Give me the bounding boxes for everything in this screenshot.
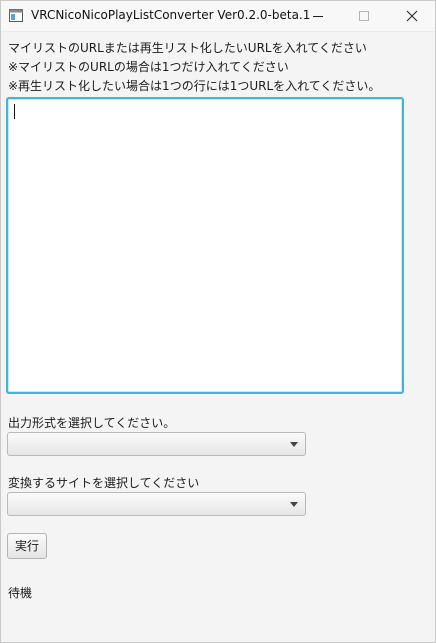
site-select-label: 変換するサイトを選択してください — [8, 476, 200, 490]
window-title: VRCNicoNicoPlayListConverter Ver0.2.0-be… — [31, 8, 311, 22]
title-bar[interactable]: VRCNicoNicoPlayListConverter Ver0.2.0-be… — [1, 1, 435, 32]
chevron-down-icon — [290, 502, 298, 507]
instruction-line-1: マイリストのURLまたは再生リスト化したいURLを入れてください — [8, 41, 367, 55]
url-input-textarea[interactable] — [6, 97, 404, 394]
instruction-line-3: ※再生リスト化したい場合は1つの行には1つURLを入れてください。 — [8, 79, 381, 93]
maximize-icon — [359, 11, 369, 21]
minimize-button[interactable] — [295, 1, 341, 31]
output-format-dropdown[interactable] — [7, 432, 306, 456]
site-select-dropdown[interactable] — [7, 492, 306, 516]
output-format-label: 出力形式を選択してください。 — [8, 416, 176, 430]
app-window: VRCNicoNicoPlayListConverter Ver0.2.0-be… — [0, 0, 436, 643]
instruction-line-2: ※マイリストのURLの場合は1つだけ入れてください — [8, 60, 289, 74]
status-text: 待機 — [8, 586, 33, 600]
maximize-button[interactable] — [341, 1, 387, 31]
chevron-down-icon — [290, 442, 298, 447]
run-button[interactable]: 実行 — [7, 533, 47, 559]
text-caret — [14, 104, 15, 119]
close-button[interactable] — [389, 1, 435, 31]
minimize-icon — [313, 16, 323, 17]
close-icon — [406, 10, 418, 22]
app-window-icon — [9, 9, 23, 22]
